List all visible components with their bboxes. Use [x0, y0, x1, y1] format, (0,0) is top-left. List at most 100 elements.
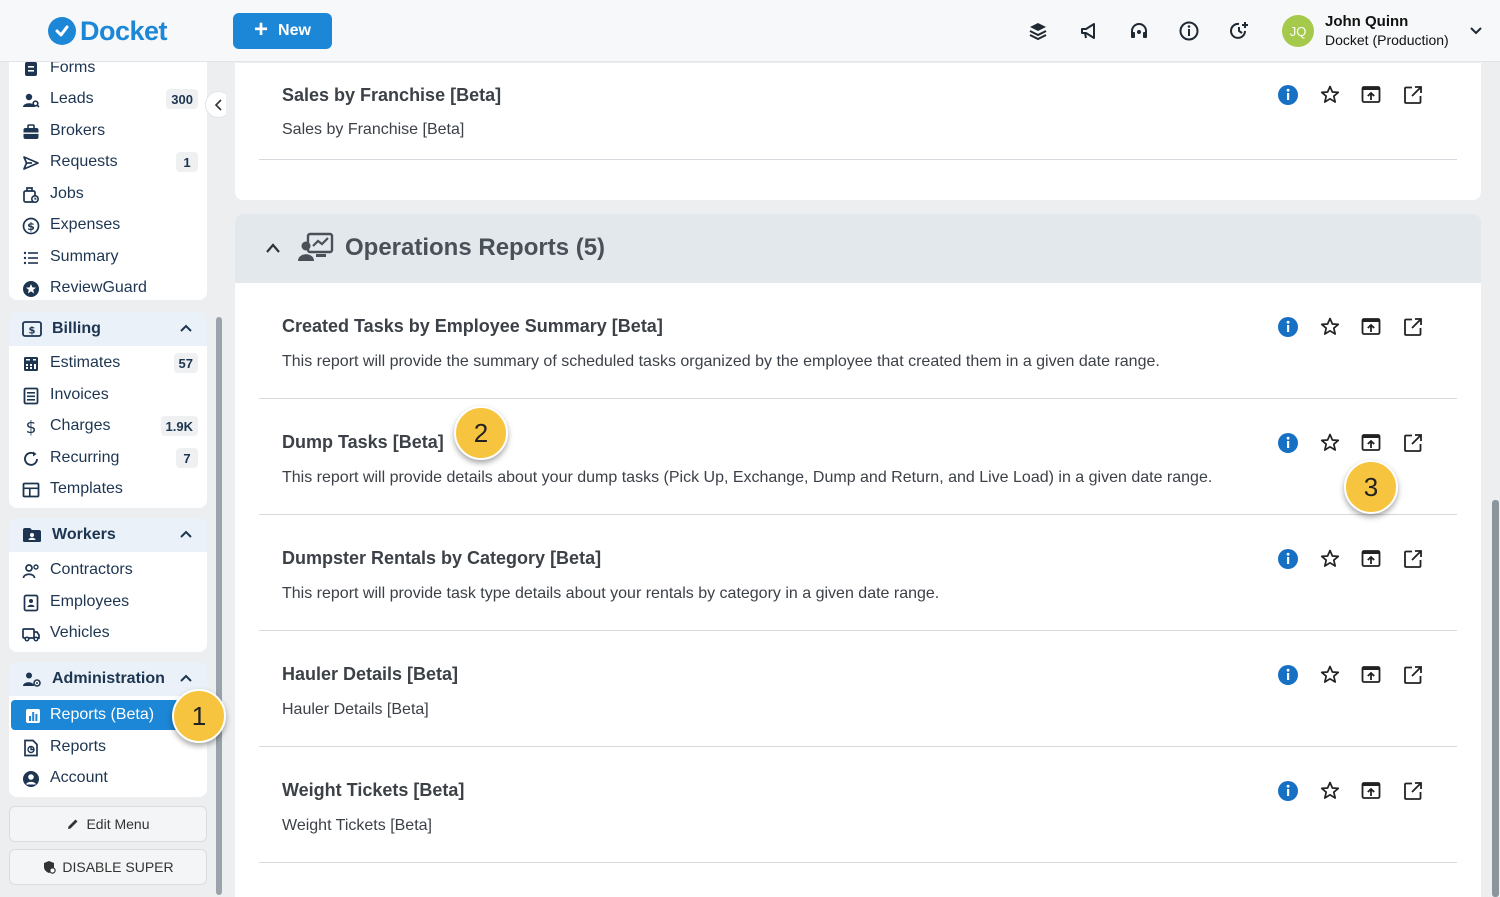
report-row: Created Tasks by Employee Summary [Beta]…	[259, 283, 1457, 399]
open-in-panel-icon[interactable]	[1360, 432, 1382, 454]
count-badge: 1.9K	[160, 416, 198, 436]
collapse-sidebar-button[interactable]	[205, 91, 226, 118]
sidebar-item-estimates[interactable]: Estimates 57	[9, 348, 207, 378]
top-bar: Docket + New JQ John Quinn Docket (Produ…	[0, 0, 1500, 62]
external-link-icon[interactable]	[1402, 548, 1424, 570]
external-link-icon[interactable]	[1402, 664, 1424, 686]
sidebar-item-requests[interactable]: Requests 1	[9, 147, 207, 177]
sidebar-item-invoices[interactable]: Invoices	[9, 380, 207, 410]
sidebar-item-leads[interactable]: Leads 300	[9, 84, 207, 114]
svg-text:$: $	[27, 220, 35, 233]
edit-menu-label: Edit Menu	[86, 816, 150, 832]
star-icon[interactable]	[1319, 780, 1341, 802]
report-row: Dump Tasks [Beta] This report will provid…	[259, 399, 1457, 515]
list-icon	[23, 251, 38, 265]
report-description: This report will provide details about y…	[282, 469, 1213, 486]
sidebar-item-summary[interactable]: Summary	[9, 242, 207, 272]
sidebar-item-label: Jobs	[50, 185, 84, 202]
report-row: Dumpster Rentals by Category [Beta] This …	[259, 515, 1457, 631]
report-description: This report will provide the summary of …	[282, 353, 1160, 370]
sidebar-item-contractors[interactable]: Contractors	[9, 555, 207, 585]
sidebar-item-expenses[interactable]: $ Expenses	[9, 210, 207, 240]
sidebar-item-reports-beta[interactable]: Reports (Beta)	[11, 700, 179, 730]
calculator-icon	[24, 357, 38, 371]
info-icon[interactable]	[1277, 548, 1299, 570]
billing-header[interactable]: $ Billing	[9, 312, 207, 346]
info-icon[interactable]	[1178, 20, 1200, 42]
sidebar-item-charges[interactable]: $ Charges 1.9K	[9, 411, 207, 441]
jobs-icon	[23, 187, 40, 204]
report-title[interactable]: Hauler Details [Beta]	[282, 664, 458, 685]
headset-icon[interactable]	[1128, 20, 1150, 42]
refresh-icon	[24, 451, 38, 466]
sidebar-item-account[interactable]: Account	[9, 763, 207, 793]
sidebar-item-reviewguard[interactable]: ReviewGuard	[9, 273, 207, 303]
sidebar-item-label: Reports (Beta)	[50, 706, 155, 723]
step-marker-2: 2	[454, 406, 508, 460]
sidebar-item-recurring[interactable]: Recurring 7	[9, 443, 207, 473]
report-title[interactable]: Created Tasks by Employee Summary [Beta]	[282, 316, 663, 337]
sidebar: Forms Leads 300 Brokers Requests 1 Jobs …	[0, 62, 226, 897]
report-row: Hauler Details [Beta] Hauler Details [Bet…	[259, 631, 1457, 747]
info-icon[interactable]	[1277, 432, 1299, 454]
user-menu[interactable]: JQ John Quinn Docket (Production)	[1282, 13, 1449, 48]
report-title[interactable]: Dumpster Rentals by Category [Beta]	[282, 548, 601, 569]
report-title[interactable]: Dump Tasks [Beta]	[282, 432, 444, 453]
info-icon[interactable]	[1277, 84, 1299, 106]
docket-logo[interactable]: Docket	[48, 14, 168, 48]
disable-super-button[interactable]: DISABLE SUPER	[9, 849, 207, 885]
star-icon[interactable]	[1319, 548, 1341, 570]
open-in-panel-icon[interactable]	[1360, 780, 1382, 802]
main-scrollbar[interactable]	[1492, 500, 1499, 897]
forms-icon	[25, 62, 37, 76]
sidebar-item-forms[interactable]: Forms	[9, 62, 207, 83]
info-icon[interactable]	[1277, 316, 1299, 338]
report-file-icon	[24, 739, 38, 757]
open-in-panel-icon[interactable]	[1360, 84, 1382, 106]
sidebar-item-label: Invoices	[50, 386, 109, 403]
star-icon[interactable]	[1319, 84, 1341, 106]
report-title[interactable]: Sales by Franchise [Beta]	[282, 85, 501, 106]
svg-text:$: $	[29, 326, 36, 337]
sidebar-item-label: ReviewGuard	[50, 279, 147, 296]
megaphone-icon[interactable]	[1078, 20, 1100, 42]
administration-header[interactable]: Administration	[9, 662, 207, 696]
layers-icon[interactable]	[1027, 20, 1049, 42]
chevron-down-icon[interactable]	[1469, 24, 1483, 38]
star-icon[interactable]	[1319, 664, 1341, 686]
report-title[interactable]: Weight Tickets [Beta]	[282, 780, 464, 801]
info-icon[interactable]	[1277, 664, 1299, 686]
sidebar-item-brokers[interactable]: Brokers	[9, 116, 207, 146]
main-nav-card: Forms Leads 300 Brokers Requests 1 Jobs …	[9, 62, 207, 300]
external-link-icon[interactable]	[1402, 432, 1424, 454]
sidebar-item-employees[interactable]: Employees	[9, 587, 207, 617]
sidebar-item-label: Reports	[50, 738, 107, 755]
sidebar-item-reports[interactable]: Reports	[9, 732, 207, 762]
workers-header[interactable]: Workers	[9, 518, 207, 552]
external-link-icon[interactable]	[1402, 780, 1424, 802]
clock-plus-icon[interactable]	[1228, 20, 1250, 42]
external-link-icon[interactable]	[1402, 84, 1424, 106]
edit-menu-button[interactable]: Edit Menu	[9, 806, 207, 842]
external-link-icon[interactable]	[1402, 316, 1424, 338]
report-description: Sales by Franchise [Beta]	[282, 121, 465, 138]
sidebar-item-templates[interactable]: Templates	[9, 474, 207, 504]
dollar-icon: $	[26, 418, 37, 436]
star-icon[interactable]	[1319, 316, 1341, 338]
briefcase-icon	[23, 124, 39, 139]
report-description: Weight Tickets [Beta]	[282, 817, 432, 834]
step-marker-3: 3	[1344, 460, 1398, 514]
sidebar-item-label: Recurring	[50, 449, 120, 466]
count-badge: 7	[176, 448, 198, 468]
open-in-panel-icon[interactable]	[1360, 316, 1382, 338]
sidebar-item-vehicles[interactable]: Vehicles	[9, 618, 207, 648]
new-button[interactable]: + New	[233, 13, 332, 49]
open-in-panel-icon[interactable]	[1360, 664, 1382, 686]
star-icon[interactable]	[1319, 432, 1341, 454]
sidebar-item-jobs[interactable]: Jobs	[9, 179, 207, 209]
open-in-panel-icon[interactable]	[1360, 548, 1382, 570]
operations-reports-header[interactable]: Operations Reports (5)	[235, 214, 1481, 283]
section-title: Administration	[52, 670, 165, 687]
sidebar-scrollbar[interactable]	[216, 317, 222, 895]
info-icon[interactable]	[1277, 780, 1299, 802]
